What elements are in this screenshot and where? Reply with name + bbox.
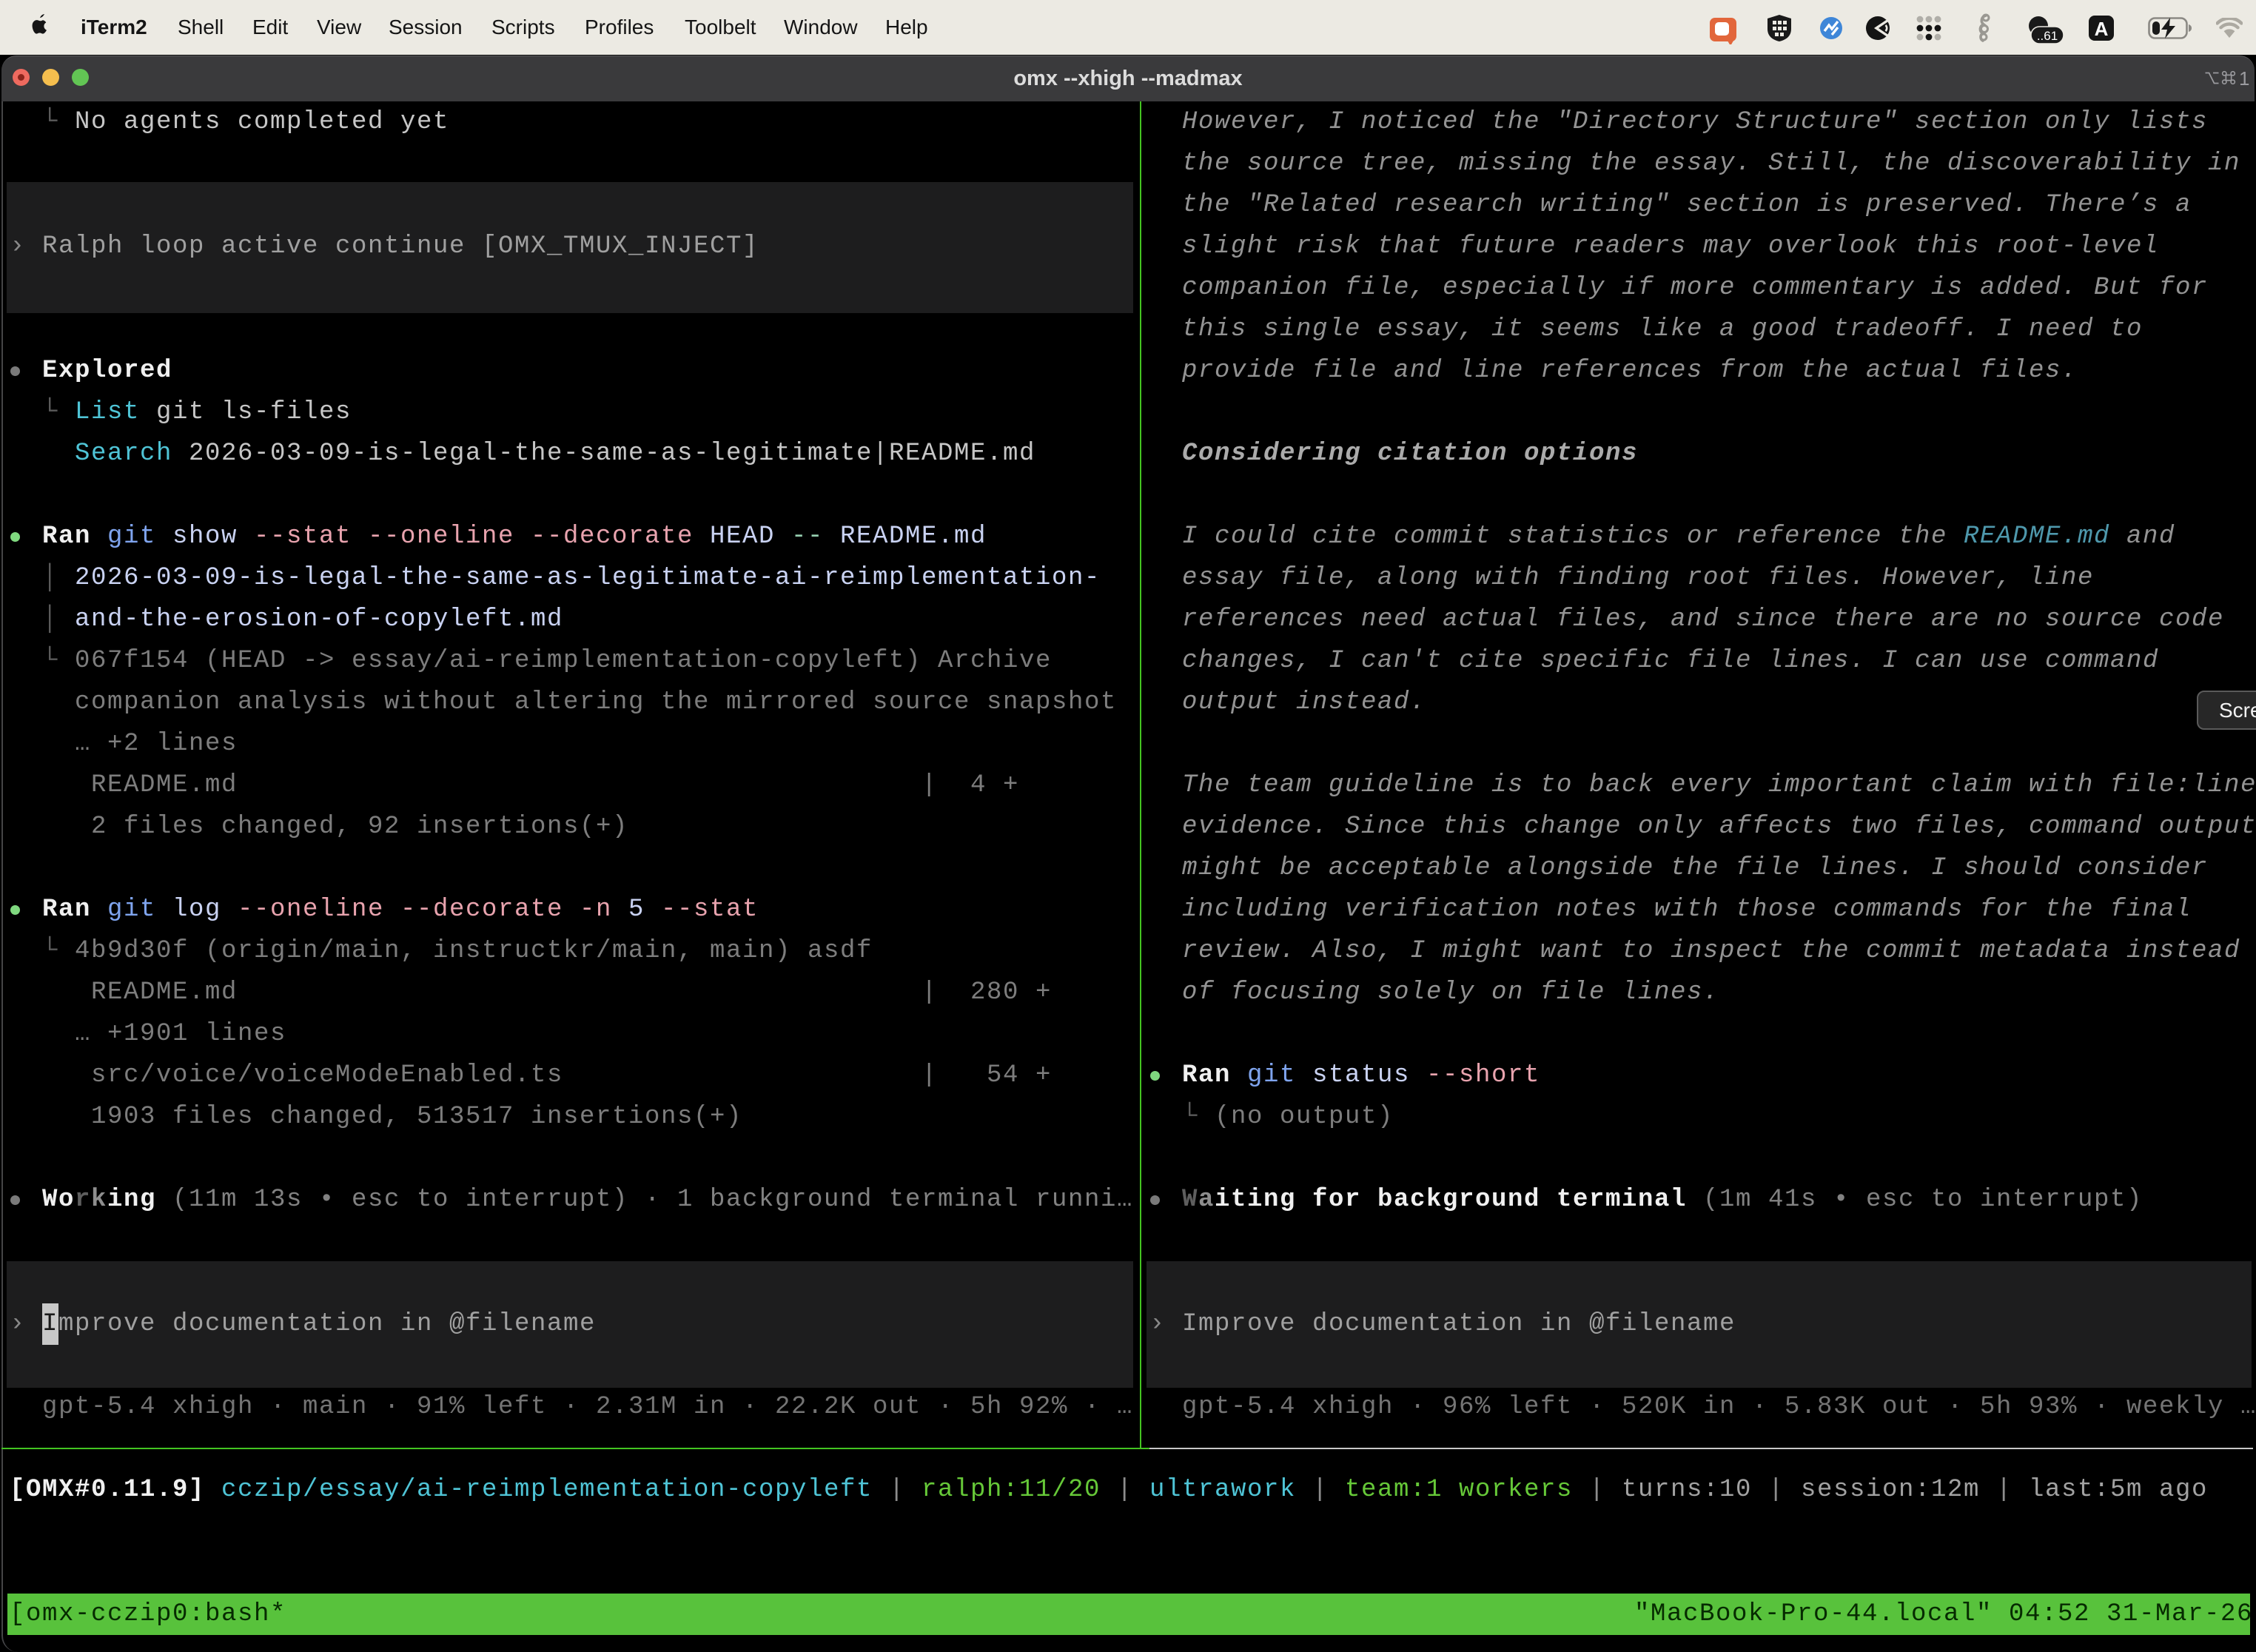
svg-text:..61: ..61 (2037, 29, 2058, 43)
svg-text:A: A (2095, 18, 2109, 40)
